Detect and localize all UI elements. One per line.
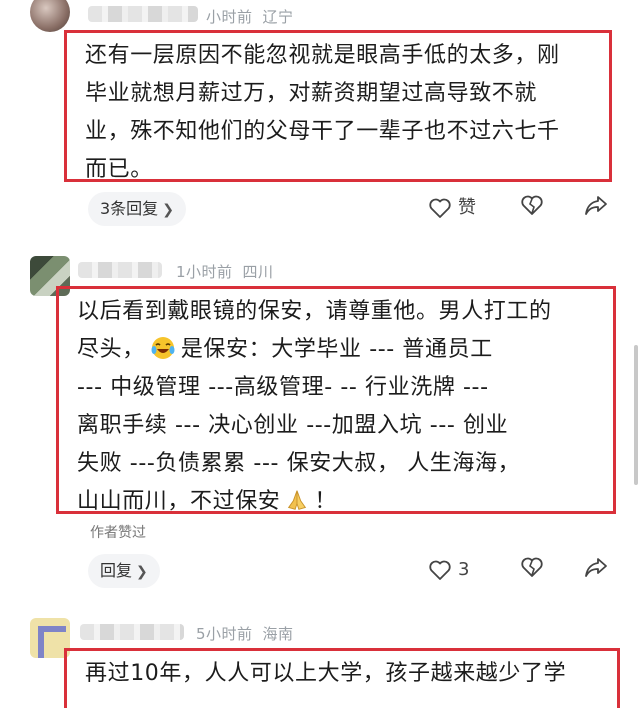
comment-line-part: 尽头， — [77, 337, 145, 362]
comment-line: 尽头， 是保安：大学毕业 --- 普通员工 — [77, 331, 597, 369]
comment-line: 再过10年，人人可以上大学，孩子越来越少了学 — [85, 661, 567, 686]
chevron-right-icon: ❯ — [162, 202, 174, 218]
comment-location: 辽宁 — [262, 8, 294, 26]
replies-label: 3条回复 — [100, 199, 159, 218]
heart-dislike-icon — [521, 557, 543, 577]
heart-dislike-icon — [521, 195, 543, 215]
like-label: 赞 — [458, 197, 476, 218]
chevron-right-icon: ❯ — [136, 564, 148, 580]
comment-line: 业，殊不知他们的父母干了一辈子也不过六七千 — [85, 119, 560, 144]
like-count: 3 — [458, 559, 470, 580]
comment-meta: 小时前 辽宁 — [206, 6, 304, 27]
laughing-crying-emoji — [151, 337, 175, 359]
share-arrow-icon — [585, 196, 607, 215]
comment-time: 5小时前 — [196, 625, 253, 643]
comment-line-part: 山山而川，不过保安 — [77, 489, 281, 514]
comment-time: 小时前 — [206, 8, 253, 26]
comment-line: 毕业就想月薪过万，对薪资期望过高导致不就 — [85, 81, 538, 106]
dislike-button[interactable] — [520, 194, 544, 216]
comment-line: --- 中级管理 ---高级管理- -- 行业洗牌 --- — [77, 375, 489, 400]
share-button[interactable] — [584, 194, 608, 216]
comment-line: 离职手续 --- 决心创业 ---加盟入坑 --- 创业 — [77, 413, 509, 438]
username-blurred[interactable] — [80, 624, 184, 640]
avatar[interactable] — [30, 0, 70, 32]
author-liked-badge: 作者赞过 — [90, 525, 146, 541]
like-button[interactable]: 赞 — [428, 194, 476, 222]
username-blurred[interactable] — [78, 262, 162, 278]
dislike-button[interactable] — [520, 556, 544, 578]
comment-line: 山山而川，不过保安 ！ — [77, 483, 597, 521]
comment-time: 1小时前 — [176, 263, 233, 281]
comment-line: 还有一层原因不能忽视就是眼高手低的太多，刚 — [85, 43, 560, 68]
comment-meta: 1小时前 四川 — [176, 261, 284, 282]
comment-line: 而已。 — [85, 157, 153, 182]
comment-2: 1小时前 四川 以后看到戴眼镜的保安，请尊重他。男人打工的 尽头， 是保安：大学毕业… — [0, 250, 640, 600]
comment-line: 以后看到戴眼镜的保安，请尊重他。男人打工的 — [77, 299, 552, 324]
reply-button[interactable]: 回复 ❯ — [88, 554, 160, 588]
comment-line: 失败 ---负债累累 --- 保安大叔， 人生海海， — [77, 451, 521, 476]
like-button[interactable]: 3 — [428, 556, 469, 584]
comment-actions: 回复 ❯ 3 — [0, 552, 640, 592]
reply-label: 回复 — [100, 561, 133, 580]
scrollbar[interactable] — [634, 345, 638, 485]
comment-text-box: 以后看到戴眼镜的保安，请尊重他。男人打工的 尽头， 是保安：大学毕业 --- 普通… — [56, 286, 616, 514]
view-replies-button[interactable]: 3条回复 ❯ — [88, 192, 186, 226]
praying-hands-emoji — [288, 490, 307, 510]
heart-like-icon — [429, 198, 451, 218]
share-button[interactable] — [584, 556, 608, 578]
username-blurred[interactable] — [88, 6, 198, 22]
comment-line-part: ！ — [314, 489, 338, 514]
comment-text-box: 还有一层原因不能忽视就是眼高手低的太多，刚 毕业就想月薪过万，对薪资期望过高导致… — [64, 30, 612, 182]
comment-1: 小时前 辽宁 还有一层原因不能忽视就是眼高手低的太多，刚 毕业就想月薪过万，对薪资… — [0, 0, 640, 240]
comment-location: 四川 — [242, 263, 274, 281]
comment-location: 海南 — [262, 625, 294, 643]
comment-line-part: 是保安：大学毕业 --- 普通员工 — [180, 337, 493, 362]
comment-text-box: 再过10年，人人可以上大学，孩子越来越少了学 — [64, 648, 620, 708]
comment-actions: 3条回复 ❯ 赞 — [0, 190, 640, 230]
share-arrow-icon — [585, 558, 607, 577]
heart-like-icon — [429, 560, 451, 580]
comment-3: 5小时前 海南 再过10年，人人可以上大学，孩子越来越少了学 — [0, 612, 640, 708]
comment-meta: 5小时前 海南 — [196, 623, 304, 644]
